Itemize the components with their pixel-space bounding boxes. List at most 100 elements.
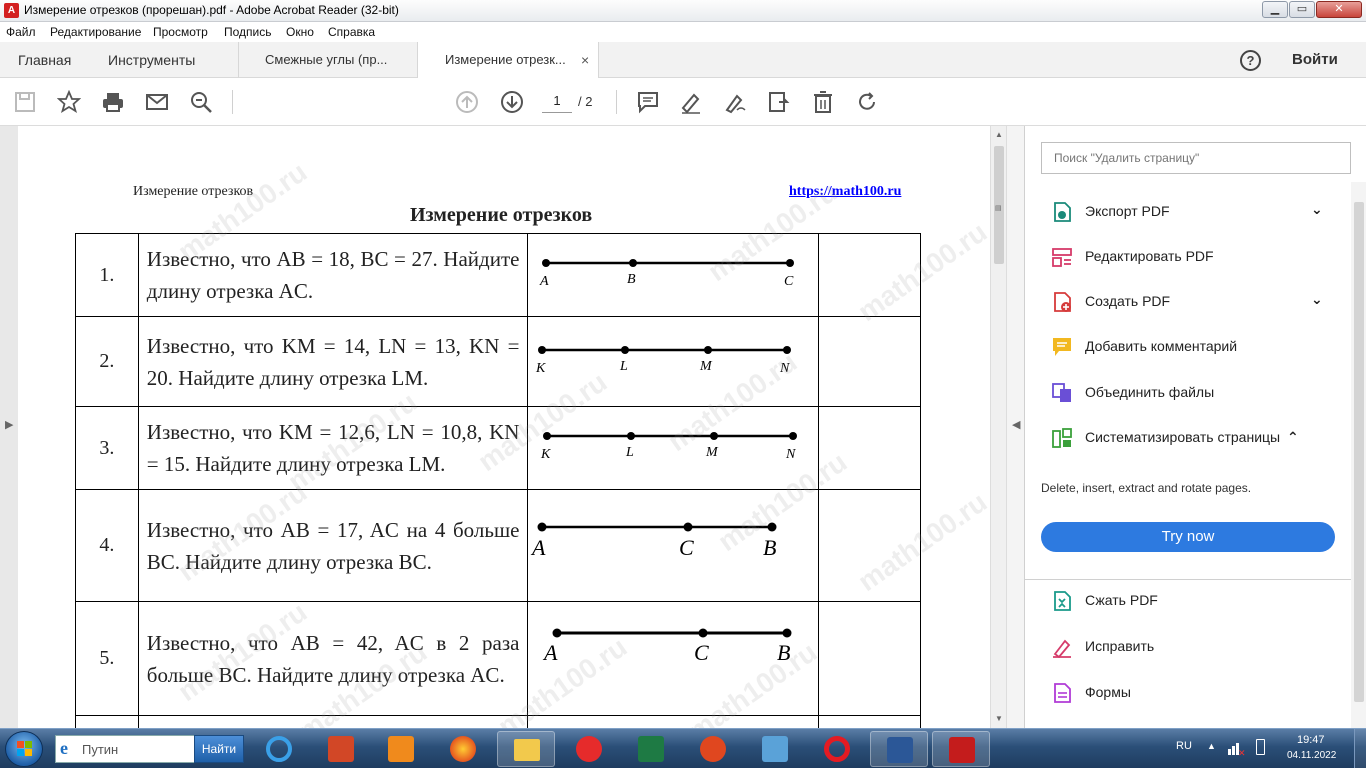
battery-icon[interactable]: [1256, 739, 1265, 755]
segment-diagram: K L M N: [540, 431, 798, 462]
pdf-page: Измерение отрезков https://math100.ru Из…: [18, 126, 993, 728]
taskbar-app-2[interactable]: [746, 731, 804, 767]
chevron-up-icon[interactable]: ⌃: [1287, 429, 1299, 446]
answer-cell: [818, 601, 921, 716]
help-icon[interactable]: ?: [1240, 50, 1261, 71]
print-icon[interactable]: [101, 90, 125, 114]
scroll-down-icon[interactable]: ▼: [995, 714, 1003, 723]
delete-icon[interactable]: [811, 90, 835, 114]
taskbar-firefox[interactable]: [434, 731, 492, 767]
page-total: / 2: [578, 94, 593, 109]
taskbar-powerpoint[interactable]: [312, 731, 370, 767]
panel-item-edit-pdf[interactable]: Редактировать PDF: [1025, 236, 1351, 276]
next-page-icon[interactable]: [500, 90, 524, 114]
windows-logo-icon: [25, 741, 32, 748]
taskbar-app[interactable]: [684, 731, 742, 767]
scroll-up-icon[interactable]: ▲: [995, 130, 1003, 139]
comment-icon[interactable]: [636, 90, 660, 114]
close-window-button[interactable]: ✕: [1316, 1, 1362, 18]
panel-item-label: Систематизировать страницы: [1085, 429, 1281, 445]
maximize-button[interactable]: ▭: [1289, 1, 1315, 18]
taskbar-ie[interactable]: [250, 731, 308, 767]
highlight-pen-icon[interactable]: [679, 90, 703, 114]
menu-file[interactable]: Файл: [6, 25, 36, 39]
problem-text: Известно, что KM = 12,6, LN = 10,8, KN =…: [137, 406, 529, 490]
segment-figure: A C B: [527, 601, 820, 716]
zoom-search-icon[interactable]: [189, 90, 213, 114]
tools-search-input[interactable]: [1041, 142, 1351, 174]
page-header-link[interactable]: https://math100.ru: [789, 184, 901, 200]
panel-item-fix[interactable]: Исправить: [1025, 626, 1351, 666]
answer-cell: [818, 406, 921, 490]
point-label: C: [679, 535, 694, 560]
panel-scrollbar-thumb[interactable]: [1354, 202, 1364, 702]
save-icon[interactable]: [13, 90, 37, 114]
previous-page-icon[interactable]: [455, 90, 479, 114]
panel-item-forms[interactable]: Формы: [1025, 672, 1351, 712]
panel-item-create-pdf[interactable]: Создать PDF ⌄: [1025, 281, 1351, 321]
clock-time[interactable]: 19:47: [1297, 734, 1325, 746]
menu-window[interactable]: Окно: [286, 25, 314, 39]
tray-expand-icon[interactable]: ▲: [1207, 741, 1216, 751]
taskbar-media-player[interactable]: [372, 731, 430, 767]
taskbar-search-button[interactable]: Найти: [194, 735, 244, 763]
tab-document-1[interactable]: Смежные углы (пр...: [239, 42, 417, 78]
taskbar-search-field[interactable]: e Путин: [55, 735, 195, 763]
panel-item-label: Экспорт PDF: [1085, 203, 1170, 219]
start-button[interactable]: [5, 731, 43, 767]
forms-icon: [1054, 683, 1071, 703]
show-desktop-button[interactable]: [1354, 729, 1366, 768]
menu-view[interactable]: Просмотр: [153, 25, 208, 39]
chevron-down-icon[interactable]: ⌄: [1311, 201, 1323, 218]
taskbar-word[interactable]: [870, 731, 928, 767]
document-viewer[interactable]: ▶ Измерение отрезков https://math100.ru …: [0, 126, 1024, 728]
taskbar-acrobat[interactable]: [932, 731, 990, 767]
panel-item-label: Исправить: [1085, 638, 1155, 654]
taskbar-yandex[interactable]: [560, 731, 618, 767]
point-label: M: [699, 359, 713, 374]
left-panel-toggle-icon[interactable]: ▶: [5, 418, 13, 431]
problem-number: 1.: [75, 233, 139, 317]
page-number-input[interactable]: 1: [542, 93, 572, 113]
panel-item-compress-pdf[interactable]: Сжать PDF: [1025, 580, 1351, 620]
bookmark-star-icon[interactable]: [57, 90, 81, 114]
compress-pdf-icon: [1054, 591, 1071, 611]
table-row: 3. Известно, что KM = 12,6, LN = 10,8, K…: [75, 406, 921, 490]
taskbar-explorer[interactable]: [497, 731, 555, 767]
collapse-panel-icon[interactable]: ◀: [1012, 418, 1020, 431]
menu-edit[interactable]: Редактирование: [50, 25, 141, 39]
share-edit-icon[interactable]: [767, 90, 791, 114]
network-bar: [1228, 749, 1231, 755]
email-icon[interactable]: [145, 90, 169, 114]
right-panel-collapse-strip[interactable]: ◀: [1006, 126, 1024, 728]
sign-in-button[interactable]: Войти: [1292, 51, 1338, 68]
sign-icon[interactable]: [723, 90, 747, 114]
panel-item-export-pdf[interactable]: Экспорт PDF ⌄: [1025, 191, 1351, 231]
clock-date[interactable]: 04.11.2022: [1287, 750, 1336, 761]
language-indicator[interactable]: RU: [1176, 740, 1192, 752]
title-bar: A Измерение отрезков (прорешан).pdf - Ad…: [0, 0, 1366, 22]
taskbar-search-value: Путин: [82, 742, 119, 757]
taskbar-excel[interactable]: [622, 731, 680, 767]
menu-sign[interactable]: Подпись: [224, 25, 272, 39]
panel-item-combine-files[interactable]: Объединить файлы: [1025, 372, 1351, 412]
network-icon[interactable]: ✕: [1228, 739, 1246, 758]
menu-help[interactable]: Справка: [328, 25, 375, 39]
tools-panel: Экспорт PDF ⌄ Редактировать PDF Создать …: [1024, 126, 1366, 728]
close-tab-icon[interactable]: ×: [581, 42, 589, 78]
segment-figure: A B C: [527, 233, 820, 317]
panel-item-label: Создать PDF: [1085, 293, 1171, 309]
tab-document-2[interactable]: Измерение отрезк... ×: [418, 42, 598, 79]
panel-scrollbar[interactable]: [1351, 182, 1366, 728]
panel-item-organize-pages[interactable]: Систематизировать страницы ⌃: [1025, 417, 1351, 457]
tab-home[interactable]: Главная: [18, 42, 71, 78]
rotate-icon[interactable]: [855, 90, 879, 114]
minimize-button[interactable]: ▁: [1262, 1, 1288, 18]
panel-item-add-comment[interactable]: Добавить комментарий: [1025, 326, 1351, 366]
tab-tools[interactable]: Инструменты: [108, 42, 195, 78]
table-row: [75, 715, 921, 728]
try-now-button[interactable]: Try now: [1041, 522, 1335, 552]
document-scrollbar[interactable]: ▲ ▤ ▼: [990, 126, 1006, 728]
taskbar-opera[interactable]: [808, 731, 866, 767]
chevron-down-icon[interactable]: ⌄: [1311, 291, 1323, 308]
